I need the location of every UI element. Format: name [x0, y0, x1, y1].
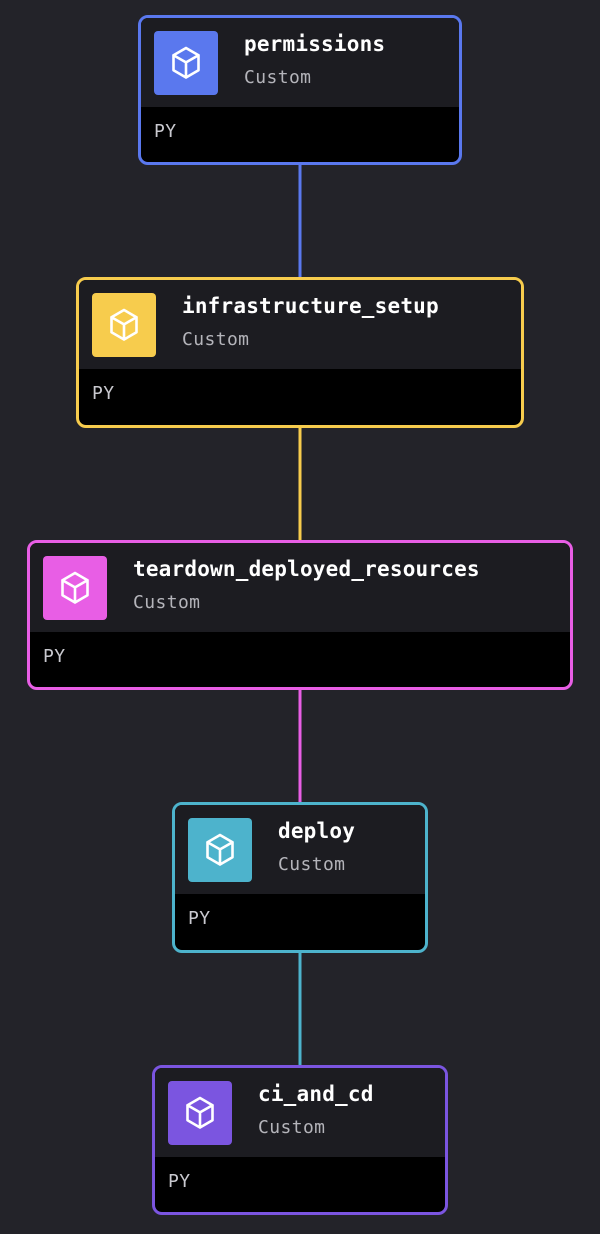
cube-icon [206, 833, 234, 866]
node-subtitle: Custom [133, 592, 201, 613]
node-subtitle: Custom [244, 67, 312, 88]
cube-icon [61, 571, 89, 604]
node-subtitle: Custom [278, 854, 346, 875]
node-title: teardown_deployed_resources [133, 557, 480, 581]
node-title: permissions [244, 32, 386, 56]
node-header: infrastructure_setup Custom [79, 280, 521, 369]
node-icon-box [154, 31, 218, 95]
node-icon-box [92, 293, 156, 357]
node-language-label: PY [92, 383, 115, 404]
node-header: teardown_deployed_resources Custom [30, 543, 570, 632]
cube-icon [172, 46, 200, 79]
node-ci-and-cd[interactable]: ci_and_cd Custom PY [152, 1065, 448, 1215]
node-deploy[interactable]: deploy Custom PY [172, 802, 428, 953]
node-title: infrastructure_setup [182, 294, 439, 318]
node-language-label: PY [188, 908, 211, 929]
node-teardown-deployed-resources[interactable]: teardown_deployed_resources Custom PY [27, 540, 573, 690]
node-language-label: PY [43, 646, 66, 667]
cube-icon [110, 308, 138, 341]
node-header: deploy Custom [175, 805, 425, 894]
node-header: ci_and_cd Custom [155, 1068, 445, 1157]
node-icon-box [168, 1081, 232, 1145]
node-icon-box [43, 556, 107, 620]
node-header: permissions Custom [141, 18, 459, 107]
node-language-label: PY [168, 1171, 191, 1192]
node-icon-box [188, 818, 252, 882]
cube-icon [186, 1096, 214, 1129]
node-title: ci_and_cd [258, 1082, 374, 1106]
node-subtitle: Custom [182, 329, 250, 350]
node-permissions[interactable]: permissions Custom PY [138, 15, 462, 165]
node-subtitle: Custom [258, 1117, 326, 1138]
node-title: deploy [278, 819, 356, 843]
node-infrastructure-setup[interactable]: infrastructure_setup Custom PY [76, 277, 524, 428]
node-language-label: PY [154, 121, 177, 142]
